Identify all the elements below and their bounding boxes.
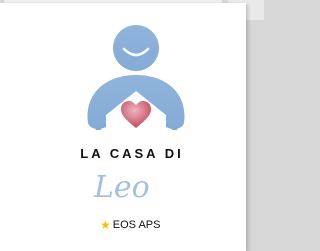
star-icon: ★ — [100, 218, 111, 232]
organization-name: EOS APS — [112, 219, 161, 231]
organization-subline: ★ EOS APS — [100, 218, 160, 232]
logo-card: LA CASA DI Leo ★ EOS APS — [0, 3, 246, 251]
head-shape — [113, 25, 159, 71]
person-house-icon — [87, 25, 185, 130]
signature-logo: Leo — [94, 170, 150, 205]
brand-name: LA CASA DI — [80, 146, 184, 161]
